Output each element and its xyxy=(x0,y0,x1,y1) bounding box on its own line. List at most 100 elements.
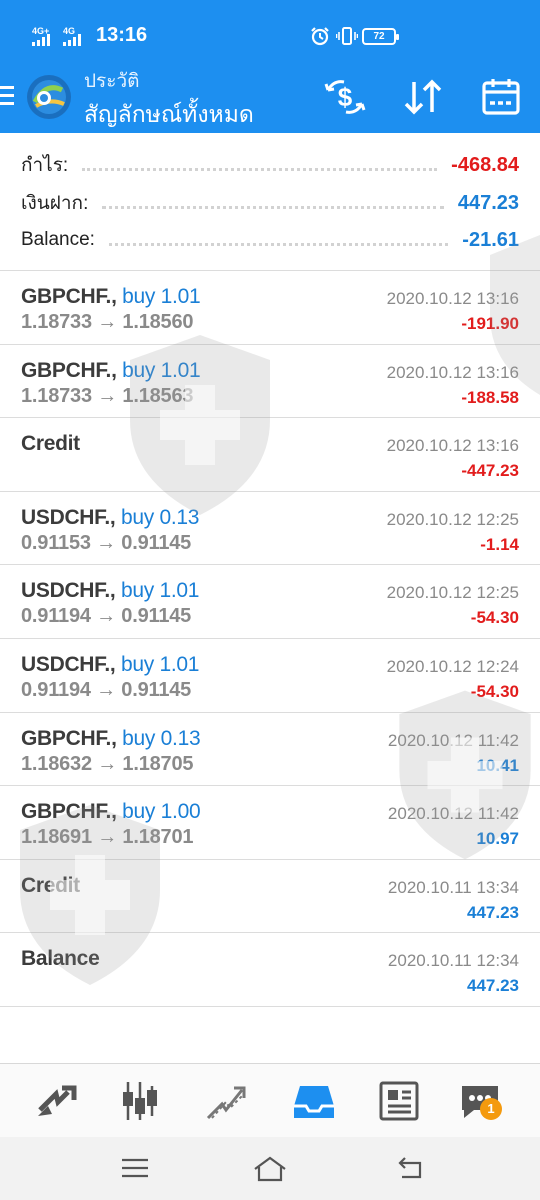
deal-time: 2020.10.12 12:25 xyxy=(386,509,519,529)
recent-apps-icon[interactable] xyxy=(120,1155,150,1181)
list-item[interactable]: Balance 2020.10.11 12:34 447.23 xyxy=(0,933,540,1007)
deal-profit: -1.14 xyxy=(480,534,519,554)
list-item[interactable]: Credit 2020.10.11 13:34 447.23 xyxy=(0,860,540,934)
deal-side: buy 0.13 xyxy=(122,726,201,750)
deal-symbol: USDCHF., xyxy=(21,652,116,676)
deal-symbol: GBPCHF., xyxy=(21,285,117,308)
deal-profit: -447.23 xyxy=(461,461,519,481)
deal-side: buy 1.01 xyxy=(122,285,201,308)
deal-time: 2020.10.12 12:24 xyxy=(386,656,519,676)
chat-badge: 1 xyxy=(480,1098,502,1120)
deal-title: Credit xyxy=(21,874,80,898)
deal-profit: 10.97 xyxy=(476,829,519,849)
vibrate-icon xyxy=(336,27,358,45)
list-item[interactable]: USDCHF., buy 1.01 0.91194 → 0.91145 2020… xyxy=(0,565,540,639)
menu-icon[interactable] xyxy=(0,86,16,108)
deal-time: 2020.10.11 13:34 xyxy=(387,877,519,897)
home-icon[interactable] xyxy=(252,1155,288,1183)
quotes-icon[interactable] xyxy=(34,1080,78,1122)
deal-title: GBPCHF., buy 1.01 xyxy=(21,285,201,309)
summary-label: เงินฝาก: xyxy=(21,193,89,214)
deal-symbol: GBPCHF., xyxy=(21,726,117,750)
status-bar: 4G+ 4G 13:16 72 xyxy=(0,18,540,54)
summary-deposit-value: 447.23 xyxy=(457,191,519,214)
deal-prices: 1.18691 → 1.18701 xyxy=(21,826,194,849)
summary-balance-value: -21.61 xyxy=(462,228,519,251)
deal-profit: 447.23 xyxy=(467,976,519,996)
list-item[interactable]: USDCHF., buy 1.01 0.91194 → 0.91145 2020… xyxy=(0,639,540,713)
list-item[interactable]: USDCHF., buy 0.13 0.91153 → 0.91145 2020… xyxy=(0,492,540,566)
deal-time: 2020.10.12 13:16 xyxy=(386,289,519,308)
deal-symbol: Balance xyxy=(21,947,100,971)
deal-prices: 0.91194 → 0.91145 xyxy=(21,678,192,701)
deal-symbol: Credit xyxy=(21,873,80,897)
deal-side: buy 1.01 xyxy=(121,652,200,676)
history-list: GBPCHF., buy 1.01 1.18733 → 1.18560 2020… xyxy=(0,271,540,1007)
status-clock: 13:16 xyxy=(96,24,148,46)
deal-side: buy 1.01 xyxy=(122,358,201,382)
deal-title: USDCHF., buy 1.01 xyxy=(21,579,199,603)
app-header: 4G+ 4G 13:16 72 ประวัติ สัญลักษณ์ทั้งหมด… xyxy=(0,0,540,133)
summary-deposit-row: เงินฝาก: 447.23 xyxy=(21,187,519,219)
deal-symbol: USDCHF., xyxy=(21,579,116,603)
list-item[interactable]: GBPCHF., buy 1.01 1.18733 → 1.18563 2020… xyxy=(0,345,540,419)
deal-prices: 1.18632 → 1.18705 xyxy=(21,752,194,775)
deal-profit: 10.41 xyxy=(476,755,519,775)
dotted-leader xyxy=(102,205,444,209)
summary-label: Balance: xyxy=(21,229,95,250)
deal-side: buy 1.00 xyxy=(122,800,201,824)
summary-profit-value: -468.84 xyxy=(451,153,519,176)
deal-title: Credit xyxy=(21,432,80,456)
deal-profit: -188.58 xyxy=(461,387,519,407)
deal-title: Balance xyxy=(21,947,100,971)
currency-swap-icon[interactable]: $ xyxy=(324,76,366,118)
dotted-leader xyxy=(82,167,438,171)
list-item[interactable]: GBPCHF., buy 1.01 1.18733 → 1.18560 2020… xyxy=(0,271,540,345)
deal-symbol: GBPCHF., xyxy=(21,800,117,824)
deal-prices: 0.91153 → 0.91145 xyxy=(21,531,192,554)
screen-title[interactable]: สัญลักษณ์ทั้งหมด xyxy=(84,97,254,133)
deal-time: 2020.10.12 12:25 xyxy=(386,583,519,603)
svg-text:$: $ xyxy=(338,82,353,112)
deal-title: GBPCHF., buy 0.13 xyxy=(21,726,201,751)
bottom-navigation xyxy=(0,1063,540,1137)
alarm-icon xyxy=(311,27,329,46)
screen-subtitle: ประวัติ xyxy=(84,71,140,92)
deal-prices: 1.18733 → 1.18563 xyxy=(21,384,194,407)
deal-title: GBPCHF., buy 1.01 xyxy=(21,358,201,383)
signal-icon-1 xyxy=(32,34,50,46)
deal-prices: 1.18733 → 1.18560 xyxy=(21,311,194,333)
trade-icon[interactable] xyxy=(204,1080,248,1122)
news-icon[interactable] xyxy=(378,1080,422,1122)
deal-title: USDCHF., buy 0.13 xyxy=(21,506,199,530)
deal-time: 2020.10.12 11:42 xyxy=(387,730,519,750)
summary-label: กำไร: xyxy=(21,155,69,176)
deal-side: buy 0.13 xyxy=(121,505,200,529)
deal-time: 2020.10.11 12:34 xyxy=(387,951,519,971)
back-icon[interactable] xyxy=(394,1155,426,1181)
deal-title: USDCHF., buy 1.01 xyxy=(21,653,199,677)
battery-icon: 72 xyxy=(362,28,399,45)
deal-time: 2020.10.12 13:16 xyxy=(386,436,519,456)
summary-balance-row: Balance: -21.61 xyxy=(21,224,519,256)
dotted-leader xyxy=(108,242,449,246)
deal-title: GBPCHF., buy 1.00 xyxy=(21,800,201,824)
summary-profit-row: กำไร: -468.84 xyxy=(21,149,519,181)
deal-time: 2020.10.12 13:16 xyxy=(386,362,519,382)
system-navigation-bar xyxy=(0,1137,540,1200)
deal-symbol: Credit xyxy=(21,432,80,456)
deal-profit: -191.90 xyxy=(461,314,519,333)
deal-symbol: USDCHF., xyxy=(21,505,116,529)
summary-panel: กำไร: -468.84 เงินฝาก: 447.23 Balance: -… xyxy=(0,133,540,271)
deal-symbol: GBPCHF., xyxy=(21,358,117,382)
list-item[interactable]: GBPCHF., buy 0.13 1.18632 → 1.18705 2020… xyxy=(0,713,540,787)
deal-profit: 447.23 xyxy=(467,902,519,922)
history-icon[interactable] xyxy=(292,1080,336,1122)
list-item[interactable]: GBPCHF., buy 1.00 1.18691 → 1.18701 2020… xyxy=(0,786,540,860)
calendar-icon[interactable] xyxy=(480,76,522,118)
metatrader-logo[interactable] xyxy=(26,74,72,120)
chart-icon[interactable] xyxy=(118,1080,162,1122)
sort-icon[interactable] xyxy=(402,76,444,118)
list-item[interactable]: Credit 2020.10.12 13:16 -447.23 xyxy=(0,418,540,492)
deal-side: buy 1.01 xyxy=(121,579,200,603)
